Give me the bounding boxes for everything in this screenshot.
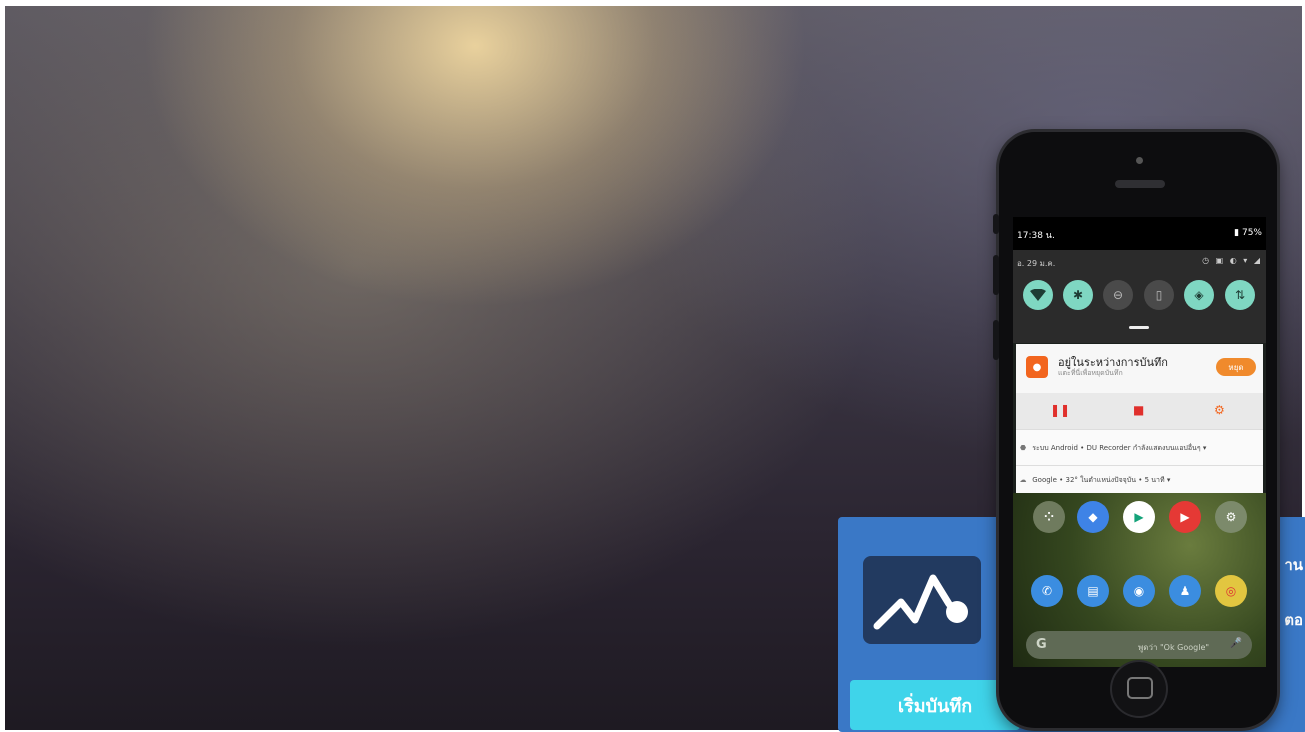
- status-time: 17:38 น.: [1017, 231, 1055, 241]
- stop-icon[interactable]: ■: [1133, 403, 1144, 417]
- play-store-icon[interactable]: ▶: [1123, 501, 1155, 533]
- toolbox-icon[interactable]: ⚙: [1214, 403, 1225, 417]
- status-bar: 17:38 น. ▮ 75%: [1013, 217, 1266, 250]
- flashlight-toggle[interactable]: ▯: [1144, 280, 1174, 310]
- phone-side-button: [993, 320, 999, 360]
- wifi-icon: [1030, 289, 1046, 301]
- contacts-icon[interactable]: ♟: [1169, 575, 1201, 607]
- expand-chevron-icon[interactable]: ▾: [1203, 444, 1207, 452]
- weather-notification-text: Google • 32° ในตำแหน่งปัจจุบัน • 5 นาที: [1032, 476, 1165, 484]
- edge-label: าน: [1284, 556, 1303, 574]
- google-search-bar[interactable]: G พูดว่า "Ok Google" 🎤: [1026, 631, 1252, 659]
- stop-recording-button[interactable]: หยุด: [1216, 358, 1256, 376]
- home-button-icon: [1127, 677, 1153, 699]
- phone-side-button: [993, 214, 999, 234]
- phone-screen: 17:38 น. ▮ 75% อ. 29 ม.ค. ◷ ▣ ◐ ▾ ◢ ✱ ⊖ …: [1013, 217, 1266, 667]
- battery-level: ▮ 75%: [1234, 228, 1262, 238]
- youtube-icon[interactable]: ▶: [1169, 501, 1201, 533]
- edge-label: ตอ: [1284, 611, 1303, 629]
- data-arrows-icon: ⇅: [1234, 288, 1246, 302]
- mobile-data-toggle[interactable]: ⇅: [1225, 280, 1255, 310]
- settings-icon[interactable]: ⚙: [1215, 501, 1247, 533]
- front-camera: [1136, 157, 1143, 164]
- dnd-icon: ⊖: [1112, 288, 1124, 302]
- flashlight-icon: ▯: [1155, 288, 1163, 302]
- system-status-icons: ◷ ▣ ◐ ▾ ◢: [1202, 256, 1262, 265]
- notification-subtitle: แตะที่นี่เพื่อหยุดบันทึก: [1058, 369, 1123, 377]
- bluetooth-icon: ✱: [1072, 288, 1084, 302]
- google-g-icon: G: [1036, 637, 1047, 652]
- search-placeholder: พูดว่า "Ok Google": [1138, 643, 1210, 652]
- notification-actions: ❚❚ ■ ⚙: [1016, 393, 1263, 429]
- messages-icon[interactable]: ▤: [1077, 575, 1109, 607]
- earpiece-speaker: [1115, 180, 1165, 188]
- cloud-icon: ☁: [1019, 476, 1027, 484]
- expand-chevron-icon[interactable]: ▾: [1167, 476, 1171, 484]
- chrome-icon[interactable]: ◎: [1215, 575, 1247, 607]
- google-folder-icon[interactable]: ⁘: [1033, 501, 1065, 533]
- android-icon: ⬣: [1019, 444, 1027, 452]
- du-recorder-icon: ●: [1026, 356, 1048, 378]
- rotate-icon: ◈: [1194, 288, 1204, 302]
- quick-settings-date: อ. 29 ม.ค.: [1017, 259, 1056, 268]
- camera-icon[interactable]: ◉: [1123, 575, 1155, 607]
- start-record-button[interactable]: เริ่มบันทึก: [850, 680, 1020, 730]
- phone-side-button: [993, 255, 999, 295]
- bluetooth-toggle[interactable]: ✱: [1063, 280, 1093, 310]
- system-notification-text: ระบบ Android • DU Recorder กำลังแสดงบนแอ…: [1032, 444, 1201, 452]
- wifi-toggle[interactable]: [1023, 280, 1053, 310]
- home-screen: ⁘ ◆ ▶ ▶ ⚙ ✆ ▤ ◉ ♟ ◎ G พูดว่า "Ok Google"…: [1013, 493, 1266, 667]
- mic-icon[interactable]: 🎤: [1230, 638, 1242, 649]
- dnd-toggle[interactable]: ⊖: [1103, 280, 1133, 310]
- recording-notification[interactable]: ● อยู่ในระหว่างการบันทึก แตะที่นี่เพื่อห…: [1016, 344, 1263, 393]
- panel-drag-handle[interactable]: [1129, 326, 1149, 329]
- pause-icon[interactable]: ❚❚: [1050, 403, 1070, 417]
- system-notification[interactable]: ⬣ ระบบ Android • DU Recorder กำลังแสดงบน…: [1016, 429, 1263, 466]
- phone-app-icon[interactable]: ✆: [1031, 575, 1063, 607]
- weather-notification[interactable]: ☁ Google • 32° ในตำแหน่งปัจจุบัน • 5 นาท…: [1016, 465, 1263, 494]
- auto-rotate-toggle[interactable]: ◈: [1184, 280, 1214, 310]
- quick-settings-panel: อ. 29 ม.ค. ◷ ▣ ◐ ▾ ◢ ✱ ⊖ ▯ ◈ ⇅: [1013, 250, 1266, 343]
- maps-icon[interactable]: ◆: [1077, 501, 1109, 533]
- pulse-graph-icon: [863, 556, 981, 644]
